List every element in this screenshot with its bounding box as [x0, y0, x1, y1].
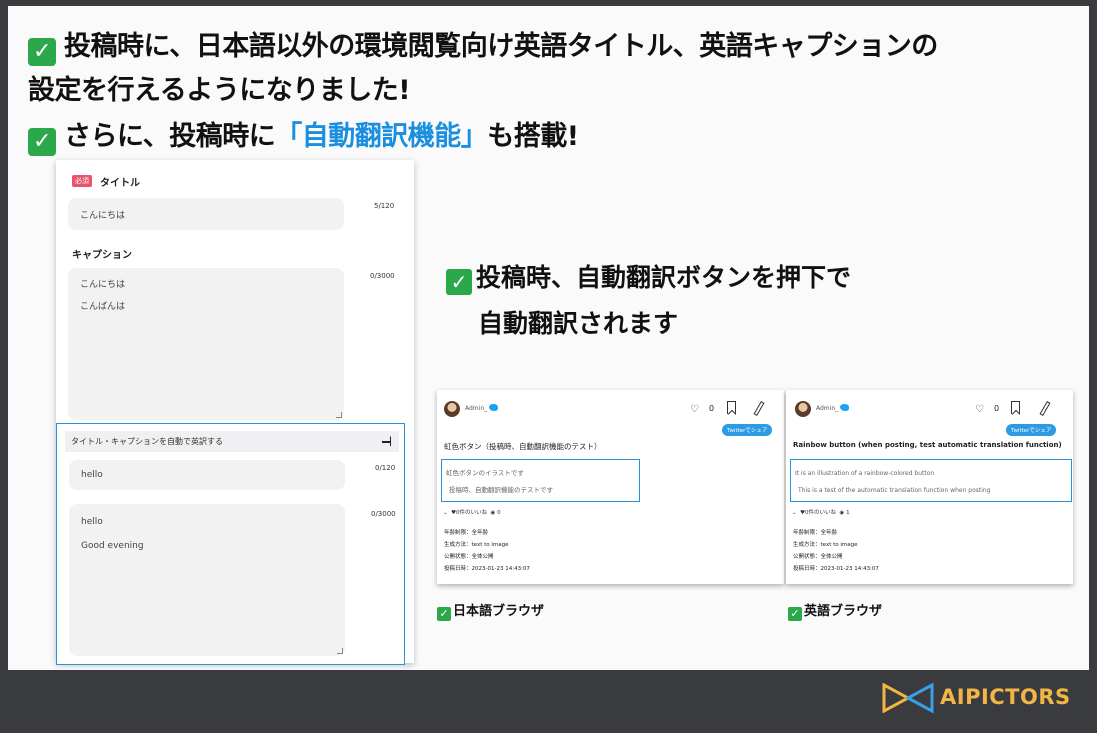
- description-line-1: It is an illustration of a rainbow-color…: [795, 470, 935, 477]
- twitter-share-button[interactable]: Twitterでシェア: [722, 424, 773, 436]
- pen-icon[interactable]: [1039, 401, 1051, 416]
- jp-browser-caption: ✓ 日本語ブラウザ: [437, 600, 544, 621]
- check-icon: ✓: [788, 607, 802, 621]
- headline-line-1: ✓ 投稿時に、日本語以外の環境閲覧向け英語タイトル、英語キャプションの: [28, 24, 938, 66]
- title-label: タイトル: [100, 178, 140, 189]
- pen-icon[interactable]: [753, 401, 765, 416]
- headline-text-3a: さらに、投稿時に: [64, 121, 276, 152]
- meta-date: 投稿日時：2023-01-23 14:43:07: [444, 566, 530, 572]
- meta-method: 生成方法：text to image: [793, 542, 858, 548]
- twitter-bird-icon: [840, 404, 849, 411]
- meta-date: 投稿日時：2023-01-23 14:43:07: [793, 566, 879, 572]
- headline-text-3b: も搭載!: [487, 121, 579, 152]
- check-icon: ✓: [437, 607, 451, 621]
- caption-line-1: こんにちは: [80, 280, 126, 290]
- jp-caption-text: 日本語ブラウザ: [453, 604, 545, 619]
- like-count: 0: [994, 404, 1000, 413]
- subhead-line-2: 自動翻訳されます: [478, 309, 679, 338]
- description-line-2: 投稿時、自動翻訳機能のテストです: [449, 486, 553, 494]
- description-line-1: 虹色ボタンのイラストです: [446, 469, 524, 477]
- english-title-input[interactable]: hello: [69, 460, 345, 490]
- eye-icon: ◉: [839, 510, 845, 516]
- post-form-panel: 必須 タイトル こんにちは 5/120 キャプション こんにちは こんばんは 0…: [56, 160, 414, 665]
- en-caption-text: 英語ブラウザ: [804, 604, 883, 619]
- meta-visibility: 公開状態：全体公開: [793, 554, 843, 560]
- en-browser-caption: ✓ 英語ブラウザ: [788, 600, 882, 621]
- bookmark-icon[interactable]: [1011, 401, 1020, 414]
- title-char-count: 5/120: [374, 202, 395, 210]
- chevron-down-icon[interactable]: ⌄: [443, 510, 448, 516]
- jp-browser-card: Admin_ ♡ 0 Twitterでシェア 虹色ボタン（投稿時、自動翻訳機能の…: [437, 390, 784, 584]
- meta-age: 年齢制限：全年齢: [793, 530, 838, 536]
- stats-views: 1: [846, 510, 850, 516]
- twitter-bird-icon: [489, 404, 498, 411]
- twitter-share-button[interactable]: Twitterでシェア: [1006, 424, 1057, 436]
- description-line-2: This is a test of the automatic translat…: [798, 487, 991, 494]
- meta-method: 生成方法：text to image: [444, 542, 509, 548]
- logo-mark-icon: [882, 683, 934, 713]
- caption-label: キャプション: [72, 250, 132, 261]
- english-title-char-count: 0/120: [375, 464, 396, 472]
- post-title: Rainbow button (when posting, test autom…: [793, 441, 1062, 449]
- resize-handle[interactable]: [337, 648, 343, 654]
- eye-icon: ◉: [490, 510, 496, 516]
- toggle-icon[interactable]: [382, 436, 391, 446]
- auto-translate-label: タイトル・キャプションを自動で英訳する: [71, 437, 223, 446]
- post-stats: ⌄ ♥0件のいいね ◉ 1: [792, 508, 850, 516]
- chevron-down-icon[interactable]: ⌄: [792, 510, 797, 516]
- caption-char-count: 0/3000: [370, 272, 395, 280]
- english-caption-char-count: 0/3000: [371, 510, 396, 518]
- english-caption-line-2: Good evening: [81, 541, 144, 551]
- logo-text: AIPICTORS: [940, 685, 1071, 709]
- meta-visibility: 公開状態：全体公開: [444, 554, 494, 560]
- english-caption-textarea[interactable]: hello Good evening: [69, 504, 345, 656]
- post-title: 虹色ボタン（投稿時、自動翻訳機能のテスト）: [444, 442, 602, 451]
- stats-views: 0: [497, 510, 501, 516]
- check-icon: ✓: [446, 269, 472, 295]
- caption-line-2: こんばんは: [80, 302, 126, 312]
- heart-icon[interactable]: ♡: [690, 404, 699, 415]
- resize-handle[interactable]: [336, 412, 342, 418]
- username[interactable]: Admin_: [816, 405, 838, 412]
- avatar[interactable]: [444, 401, 460, 417]
- post-description: It is an illustration of a rainbow-color…: [790, 459, 1072, 502]
- heart-icon[interactable]: ♡: [975, 404, 984, 415]
- stats-likes: 0件のいいね: [456, 510, 488, 516]
- en-browser-card: Admin_ ♡ 0 Twitterでシェア Rainbow button (w…: [786, 390, 1073, 584]
- avatar[interactable]: [795, 401, 811, 417]
- check-icon: ✓: [28, 38, 56, 66]
- translation-section: タイトル・キャプションを自動で英訳する hello 0/120 hello Go…: [56, 423, 405, 665]
- subhead-text-1: 投稿時、自動翻訳ボタンを押下で: [476, 263, 852, 292]
- auto-translate-toggle[interactable]: タイトル・キャプションを自動で英訳する: [65, 431, 399, 452]
- required-badge: 必須: [72, 175, 92, 187]
- meta-age: 年齢制限：全年齢: [444, 530, 489, 536]
- headline-text-1: 投稿時に、日本語以外の環境閲覧向け英語タイトル、英語キャプションの: [64, 31, 938, 62]
- stats-likes: 0件のいいね: [805, 510, 837, 516]
- like-count: 0: [709, 404, 715, 413]
- headline-highlight: 「自動翻訳機能」: [275, 121, 488, 152]
- post-description: 虹色ボタンのイラストです 投稿時、自動翻訳機能のテストです: [441, 459, 640, 502]
- bookmark-icon[interactable]: [727, 401, 736, 414]
- headline-line-2: 設定を行えるようになりました!: [28, 75, 411, 106]
- post-stats: ⌄ ♥0件のいいね ◉ 0: [443, 508, 501, 516]
- headline-line-3: ✓ さらに、投稿時に「自動翻訳機能」も搭載!: [28, 114, 579, 156]
- subhead-line-1: ✓ 投稿時、自動翻訳ボタンを押下で: [446, 258, 851, 295]
- username[interactable]: Admin_: [465, 405, 487, 412]
- caption-textarea[interactable]: こんにちは こんばんは: [68, 268, 344, 420]
- check-icon: ✓: [28, 128, 56, 156]
- english-caption-line-1: hello: [81, 517, 103, 527]
- title-input[interactable]: こんにちは: [68, 198, 344, 230]
- slide: ✓ 投稿時に、日本語以外の環境閲覧向け英語タイトル、英語キャプションの 設定を行え…: [8, 6, 1089, 670]
